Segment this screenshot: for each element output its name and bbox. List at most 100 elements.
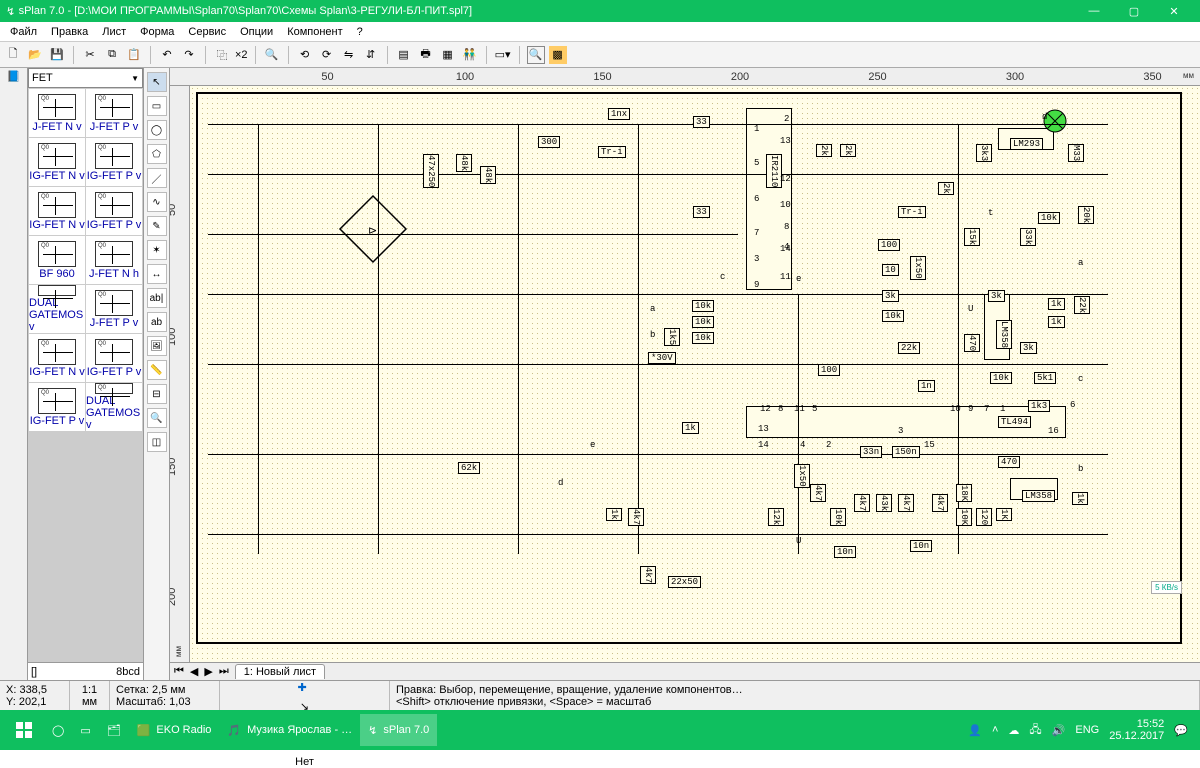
palette-cell[interactable]: Q0IG-FET P v — [86, 334, 142, 382]
palette-cell[interactable]: Q0J-FET P v — [86, 285, 142, 333]
taskbar-taskview-icon[interactable]: ▭ — [72, 714, 98, 746]
zoom-fit-icon[interactable]: 🔍 — [527, 46, 545, 64]
palette-cell[interactable]: Q0IG-FET P v — [86, 138, 142, 186]
bezier-tool[interactable]: ∿ — [147, 192, 167, 212]
tab-nav-last[interactable]: ⏭ — [219, 665, 229, 678]
taskbar-explorer-icon[interactable]: 🗂 — [99, 714, 129, 746]
print-icon[interactable]: 🖶 — [417, 46, 435, 64]
schematic-text: 5 — [812, 404, 817, 414]
schematic-text: d — [1042, 112, 1047, 122]
component-value: 4k7 — [628, 508, 644, 526]
menu-component[interactable]: Компонент — [281, 24, 348, 40]
snap-blue-icon[interactable]: ✚ — [298, 681, 312, 694]
palette-cell[interactable]: Q0DUAL GATEMOS v — [86, 383, 142, 431]
drawing-canvas[interactable]: ⊳ 1nx3333300Tr-i — [190, 86, 1200, 662]
tab-nav-first[interactable]: ⏮ — [174, 665, 184, 678]
measure-tool[interactable]: 📏 — [147, 360, 167, 380]
tab-nav-next[interactable]: ▶ — [204, 665, 212, 678]
group-icon[interactable]: ▦ — [439, 46, 457, 64]
minimize-button[interactable]: — — [1074, 0, 1114, 22]
schematic-text: b — [1078, 464, 1083, 474]
palette-cell[interactable]: Q0BF 960 — [29, 236, 85, 284]
component-value: 10n — [910, 540, 932, 552]
copy-icon[interactable]: ⧉ — [103, 46, 121, 64]
menu-service[interactable]: Сервис — [182, 24, 232, 40]
line-tool[interactable]: ／ — [147, 168, 167, 188]
palette-cell[interactable]: Q0J-FET N v — [29, 89, 85, 137]
pan-tool[interactable]: ◫ — [147, 432, 167, 452]
menu-form[interactable]: Форма — [134, 24, 180, 40]
node-tool[interactable]: ✶ — [147, 240, 167, 260]
new-icon[interactable]: 🗋 — [4, 46, 22, 64]
poly-tool[interactable]: ⬠ — [147, 144, 167, 164]
menu-edit[interactable]: Правка — [45, 24, 94, 40]
palette-footer-right[interactable]: 8bcd — [116, 666, 140, 678]
rotate-left-icon[interactable]: ⟲ — [296, 46, 314, 64]
vertical-ruler: мм 50100150200 — [170, 86, 190, 662]
palette-cell[interactable]: Q0IG-FET P v — [29, 383, 85, 431]
component-value: 2k — [816, 144, 832, 157]
undo-icon[interactable]: ↶ — [158, 46, 176, 64]
circle-tool[interactable]: ◯ — [147, 120, 167, 140]
align-icon[interactable]: ▤ — [395, 46, 413, 64]
tray-volume-icon[interactable]: 🔊 — [1052, 724, 1066, 737]
image-tool[interactable]: 🖼 — [147, 336, 167, 356]
component-category-combo[interactable]: FET ▼ — [28, 68, 143, 88]
library-icon[interactable]: 👬 — [461, 46, 479, 64]
menu-help[interactable]: ? — [351, 24, 369, 40]
tab-nav-prev[interactable]: ◀ — [190, 665, 198, 678]
maximize-button[interactable]: ▢ — [1114, 0, 1154, 22]
zoom-tool[interactable]: 🔍 — [147, 408, 167, 428]
palette-cell[interactable]: Q0IG-FET N v — [29, 138, 85, 186]
pointer-tool[interactable]: ↖ — [147, 72, 167, 92]
palette-cell[interactable]: Q0IG-FET N v — [29, 334, 85, 382]
sheet-icon[interactable]: ▭▾ — [494, 46, 512, 64]
palette-cell[interactable]: Q0J-FET P v — [86, 89, 142, 137]
menu-options[interactable]: Опции — [234, 24, 279, 40]
menu-sheet[interactable]: Лист — [96, 24, 132, 40]
tray-notifications-icon[interactable]: 💬 — [1174, 724, 1188, 737]
flip-h-icon[interactable]: ⇋ — [340, 46, 358, 64]
taskbar-search-icon[interactable]: ◯ — [44, 714, 72, 746]
schematic-text: d — [558, 478, 563, 488]
palette-cell[interactable]: Q0J-FET N h — [86, 236, 142, 284]
tray-people-icon[interactable]: 👤 — [968, 724, 982, 737]
ruler-tick: 200 — [170, 588, 178, 606]
palette-cell[interactable]: Q0IG-FET N v — [29, 187, 85, 235]
taskbar-item-2-label: Музика Ярослав - … — [247, 724, 352, 736]
sheet-tab-1[interactable]: 1: Новый лист — [235, 664, 325, 679]
tray-cloud-icon[interactable]: ☁ — [1008, 724, 1019, 737]
tray-lang[interactable]: ENG — [1075, 724, 1099, 736]
rect-tool[interactable]: ▭ — [147, 96, 167, 116]
duplicate-icon[interactable]: ⿻ — [213, 46, 231, 64]
label-tool[interactable]: ab — [147, 312, 167, 332]
search-icon[interactable]: 🔍 — [263, 46, 281, 64]
dimension-tool[interactable]: ↔ — [147, 264, 167, 284]
freehand-tool[interactable]: ✎ — [147, 216, 167, 236]
close-button[interactable]: ✕ — [1154, 0, 1194, 22]
menu-file[interactable]: Файл — [4, 24, 43, 40]
palette-footer-left[interactable]: [] — [31, 666, 37, 678]
status-scale: Масштаб: 1,03 — [116, 696, 213, 708]
flip-v-icon[interactable]: ⇵ — [362, 46, 380, 64]
tray-clock[interactable]: 15:52 25.12.2017 — [1109, 718, 1164, 742]
rotate-right-icon[interactable]: ⟳ — [318, 46, 336, 64]
paste-icon[interactable]: 📋 — [125, 46, 143, 64]
palette-cell[interactable]: DUAL GATEMOS v — [29, 285, 85, 333]
tray-network-icon[interactable]: 🖧 — [1029, 721, 1041, 740]
lib-icon[interactable]: 📘 — [7, 70, 21, 83]
highlight-icon[interactable]: ▩ — [549, 46, 567, 64]
cut-icon[interactable]: ✂ — [81, 46, 99, 64]
save-icon[interactable]: 💾 — [48, 46, 66, 64]
taskbar-item-2[interactable]: 🎵 Музика Ярослав - … — [219, 714, 360, 746]
taskbar-item-3[interactable]: ↯ sPlan 7.0 — [360, 714, 437, 746]
terminal-tool[interactable]: ⊟ — [147, 384, 167, 404]
text-tool[interactable]: ab| — [147, 288, 167, 308]
taskbar-item-1[interactable]: 🟩 EKO Radio — [129, 714, 220, 746]
open-icon[interactable]: 📂 — [26, 46, 44, 64]
schematic-text: 13 — [780, 136, 791, 146]
tray-up-icon[interactable]: ˄ — [992, 724, 998, 736]
palette-cell[interactable]: Q0IG-FET P v — [86, 187, 142, 235]
redo-icon[interactable]: ↷ — [180, 46, 198, 64]
start-button[interactable] — [4, 710, 44, 750]
